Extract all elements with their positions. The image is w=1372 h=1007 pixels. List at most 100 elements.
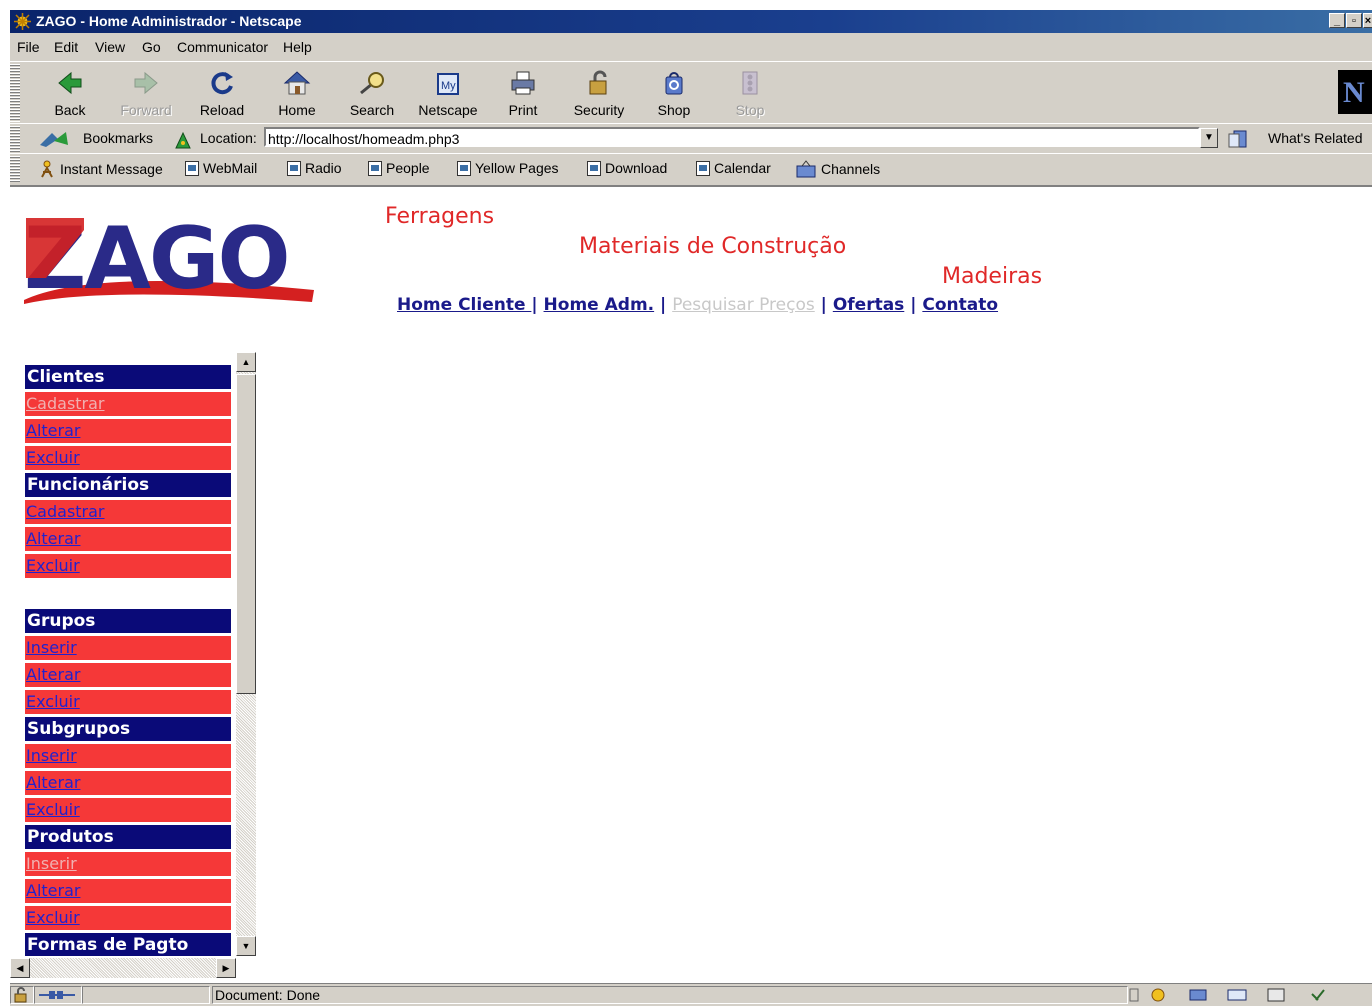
home-button[interactable]: Home bbox=[266, 66, 328, 120]
forward-arrow-icon bbox=[134, 71, 158, 95]
personal-toolbar: Instant Message WebMail Radio People Yel… bbox=[10, 153, 1372, 187]
top-navigation: Home Cliente | Home Adm. | Pesquisar Pre… bbox=[397, 295, 998, 315]
scroll-thumb[interactable] bbox=[236, 374, 256, 694]
status-bar: Document: Done bbox=[10, 983, 1372, 1006]
menu-view[interactable]: View bbox=[95, 39, 125, 55]
my-netscape-icon: My bbox=[437, 73, 459, 95]
padlock-icon bbox=[14, 987, 27, 1003]
forward-button[interactable]: Forward bbox=[115, 66, 177, 120]
download-button[interactable]: Download bbox=[587, 160, 667, 176]
netscape-throbber[interactable]: N bbox=[1338, 70, 1372, 114]
home-icon bbox=[283, 71, 311, 95]
document-icon bbox=[185, 160, 199, 176]
back-arrow-icon bbox=[58, 71, 82, 95]
my-netscape-button[interactable]: My Netscape bbox=[417, 66, 479, 120]
clientes-excluir-link[interactable]: Excluir bbox=[25, 446, 231, 470]
section-clientes: Clientes bbox=[25, 365, 231, 389]
instant-message-button[interactable]: Instant Message bbox=[38, 160, 163, 178]
calendar-button[interactable]: Calendar bbox=[696, 160, 771, 176]
clientes-alterar-link[interactable]: Alterar bbox=[25, 419, 231, 443]
grupos-inserir-link[interactable]: Inserir bbox=[25, 636, 231, 660]
document-icon bbox=[696, 160, 710, 176]
component-bar-icons[interactable] bbox=[1128, 986, 1372, 1004]
maximize-button[interactable]: ▫ bbox=[1346, 13, 1362, 28]
whats-related-button[interactable]: What's Related bbox=[1268, 130, 1363, 146]
stop-icon bbox=[742, 71, 758, 95]
back-button[interactable]: Back bbox=[39, 66, 101, 120]
connection-status-panel bbox=[34, 986, 82, 1004]
menu-edit[interactable]: Edit bbox=[54, 39, 78, 55]
print-button[interactable]: Print bbox=[492, 66, 554, 120]
scroll-up-button[interactable]: ▲ bbox=[236, 352, 256, 372]
funcionarios-alterar-link[interactable]: Alterar bbox=[25, 527, 231, 551]
location-url-input[interactable]: http://localhost/homeadm.php3 bbox=[264, 127, 1200, 147]
stop-button[interactable]: Stop bbox=[719, 66, 781, 120]
bookmarks-button[interactable]: Bookmarks bbox=[83, 130, 153, 146]
document-icon bbox=[368, 160, 382, 176]
window-title: ZAGO - Home Administrador - Netscape bbox=[36, 13, 302, 29]
nav-home-adm[interactable]: Home Adm. bbox=[544, 295, 655, 315]
nav-pesquisar-precos[interactable]: Pesquisar Preços bbox=[672, 295, 815, 315]
funcionarios-cadastrar-link[interactable]: Cadastrar bbox=[25, 500, 231, 524]
minimize-button[interactable]: _ bbox=[1329, 13, 1345, 28]
subgrupos-alterar-link[interactable]: Alterar bbox=[25, 771, 231, 795]
nav-contato[interactable]: Contato bbox=[922, 295, 998, 315]
toolbar-grip[interactable] bbox=[10, 64, 20, 122]
grupos-alterar-link[interactable]: Alterar bbox=[25, 663, 231, 687]
grupos-excluir-link[interactable]: Excluir bbox=[25, 690, 231, 714]
section-grupos: Grupos bbox=[25, 609, 231, 633]
svg-text:My: My bbox=[441, 80, 456, 92]
webmail-button[interactable]: WebMail bbox=[185, 160, 257, 176]
subgrupos-excluir-link[interactable]: Excluir bbox=[25, 798, 231, 822]
produtos-inserir-link[interactable]: Inserir bbox=[25, 852, 231, 876]
produtos-excluir-link[interactable]: Excluir bbox=[25, 906, 231, 930]
toolbar-grip[interactable] bbox=[10, 126, 20, 152]
scroll-down-button[interactable]: ▼ bbox=[236, 936, 256, 956]
nav-home-cliente[interactable]: Home Cliente bbox=[397, 295, 531, 315]
yellow-pages-button[interactable]: Yellow Pages bbox=[457, 160, 559, 176]
reload-button[interactable]: Reload bbox=[191, 66, 253, 120]
nav-separator: | bbox=[910, 295, 917, 315]
menu-horizontal-scrollbar[interactable]: ◀ ▶ bbox=[10, 958, 236, 978]
location-icon bbox=[175, 131, 191, 149]
shopping-bag-icon bbox=[665, 72, 683, 95]
svg-text:N: N bbox=[1343, 76, 1365, 109]
nav-separator: | bbox=[531, 295, 538, 315]
reload-icon bbox=[211, 72, 233, 95]
shop-button[interactable]: Shop bbox=[643, 66, 705, 120]
menu-file[interactable]: File bbox=[17, 39, 40, 55]
toolbar-grip[interactable] bbox=[10, 156, 20, 183]
clientes-cadastrar-link[interactable]: Cadastrar bbox=[25, 392, 231, 416]
title-bar: ZAGO - Home Administrador - Netscape _ ▫… bbox=[10, 10, 1372, 33]
channels-button[interactable]: Channels bbox=[795, 160, 880, 178]
menu-bar: File Edit View Go Communicator Help bbox=[10, 33, 1372, 61]
menu-vertical-scrollbar[interactable]: ▲ ▼ bbox=[236, 352, 256, 956]
menu-communicator[interactable]: Communicator bbox=[177, 39, 268, 55]
netscape-logo-icon: N bbox=[1343, 76, 1365, 109]
produtos-alterar-link[interactable]: Alterar bbox=[25, 879, 231, 903]
nav-ofertas[interactable]: Ofertas bbox=[833, 295, 904, 315]
location-dropdown-button[interactable]: ▼ bbox=[1200, 128, 1218, 148]
security-status-panel[interactable] bbox=[10, 986, 34, 1004]
subgrupos-inserir-link[interactable]: Inserir bbox=[25, 744, 231, 768]
document-icon bbox=[287, 160, 301, 176]
people-button[interactable]: People bbox=[368, 160, 430, 176]
document-icon bbox=[587, 160, 601, 176]
menu-help[interactable]: Help bbox=[283, 39, 312, 55]
menu-go[interactable]: Go bbox=[142, 39, 161, 55]
navigation-toolbar: Back Forward Reload Home Search My Netsc… bbox=[10, 61, 1372, 125]
funcionarios-excluir-link[interactable]: Excluir bbox=[25, 554, 231, 578]
scroll-left-button[interactable]: ◀ bbox=[10, 958, 30, 978]
close-button[interactable]: × bbox=[1363, 13, 1372, 28]
search-button[interactable]: Search bbox=[341, 66, 403, 120]
admin-menu-frame: Clientes Cadastrar Alterar Excluir Funci… bbox=[22, 352, 236, 956]
whats-related-icon bbox=[1228, 130, 1247, 148]
zago-logo: ZAGO bbox=[24, 209, 314, 308]
scroll-right-button[interactable]: ▶ bbox=[216, 958, 236, 978]
radio-button[interactable]: Radio bbox=[287, 160, 342, 176]
security-button[interactable]: Security bbox=[568, 66, 630, 120]
progress-panel bbox=[82, 986, 210, 1004]
padlock-icon bbox=[589, 70, 607, 95]
section-formas-de-pagto: Formas de Pagto bbox=[25, 933, 231, 956]
network-plug-icon bbox=[39, 991, 75, 999]
